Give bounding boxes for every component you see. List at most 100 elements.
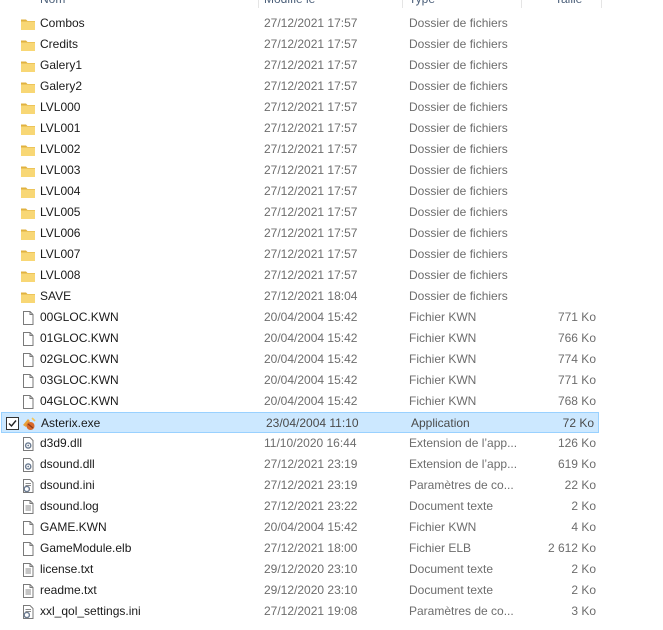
- file-row[interactable]: GameModule.elb 27/12/2021 18:00 Fichier EL…: [0, 538, 600, 559]
- row-checkbox[interactable]: [6, 417, 19, 430]
- folder-row[interactable]: SAVE 27/12/2021 18:04 Dossier de fichiers: [0, 286, 600, 307]
- column-separator[interactable]: [258, 0, 259, 8]
- file-size: 619 Ko: [557, 457, 596, 471]
- file-icon: [20, 352, 36, 368]
- file-type: Dossier de fichiers: [409, 226, 508, 240]
- file-row[interactable]: GAME.KWN 20/04/2004 15:42 Fichier KWN 4 Ko: [0, 517, 600, 538]
- folder-row[interactable]: LVL004 27/12/2021 17:57 Dossier de fichier…: [0, 181, 600, 202]
- file-size: 72 Ko: [562, 416, 594, 430]
- file-date: 27/12/2021 18:04: [264, 289, 358, 303]
- column-header-type[interactable]: Type: [409, 0, 435, 8]
- folder-icon: [20, 163, 36, 179]
- file-name: LVL008: [40, 268, 81, 282]
- file-type: Paramètres de co...: [409, 604, 514, 618]
- file-row[interactable]: license.txt 29/12/2020 23:10 Document text…: [0, 559, 600, 580]
- file-date: 27/12/2021 17:57: [264, 37, 358, 51]
- file-name: 01GLOC.KWN: [40, 331, 119, 345]
- file-row[interactable]: dsound.dll 27/12/2021 23:19 Extension de l…: [0, 454, 600, 475]
- file-row[interactable]: dsound.log 27/12/2021 23:22 Document texte…: [0, 496, 600, 517]
- column-header-date[interactable]: Modifié le: [264, 0, 315, 8]
- file-date: 20/04/2004 15:42: [264, 520, 358, 534]
- file-row[interactable]: xxl_qol_settings.ini 27/12/2021 19:08 Para…: [0, 601, 600, 622]
- ini-icon: [20, 604, 36, 620]
- file-type: Dossier de fichiers: [409, 289, 508, 303]
- file-type: Dossier de fichiers: [409, 184, 508, 198]
- file-row[interactable]: d3d9.dll 11/10/2020 16:44 Extension de l’a…: [0, 433, 600, 454]
- file-type: Dossier de fichiers: [409, 37, 508, 51]
- file-name: LVL000: [40, 100, 81, 114]
- file-size: 771 Ko: [557, 373, 596, 387]
- file-date: 29/12/2020 23:10: [264, 583, 358, 597]
- file-type: Dossier de fichiers: [409, 268, 508, 282]
- file-name: xxl_qol_settings.ini: [40, 604, 141, 618]
- dll-icon: [20, 457, 36, 473]
- folder-icon: [20, 16, 36, 32]
- folder-row[interactable]: LVL000 27/12/2021 17:57 Dossier de fichier…: [0, 97, 600, 118]
- folder-icon: [20, 37, 36, 53]
- file-row[interactable]: 00GLOC.KWN 20/04/2004 15:42 Fichier KWN 771…: [0, 307, 600, 328]
- column-separator[interactable]: [601, 0, 602, 8]
- folder-row[interactable]: Galery2 27/12/2021 17:57 Dossier de fichie…: [0, 76, 600, 97]
- file-type: Document texte: [409, 562, 494, 576]
- file-type: Fichier KWN: [409, 520, 477, 534]
- file-name: LVL007: [40, 247, 81, 261]
- column-separator[interactable]: [402, 0, 403, 8]
- file-date: 27/12/2021 17:57: [264, 58, 358, 72]
- file-row[interactable]: 04GLOC.KWN 20/04/2004 15:42 Fichier KWN 768…: [0, 391, 600, 412]
- ini-icon: [20, 478, 36, 494]
- file-name: d3d9.dll: [40, 436, 83, 450]
- column-header-size[interactable]: Taille: [555, 0, 582, 8]
- folder-icon: [20, 247, 36, 263]
- file-size: 126 Ko: [557, 436, 596, 450]
- folder-row[interactable]: LVL008 27/12/2021 17:57 Dossier de fichier…: [0, 265, 600, 286]
- folder-row[interactable]: LVL001 27/12/2021 17:57 Dossier de fichier…: [0, 118, 600, 139]
- file-date: 20/04/2004 15:42: [264, 331, 358, 345]
- file-type: Extension de l’app...: [409, 457, 518, 471]
- folder-row[interactable]: LVL007 27/12/2021 17:57 Dossier de fichier…: [0, 244, 600, 265]
- folder-icon: [20, 121, 36, 137]
- file-row[interactable]: 03GLOC.KWN 20/04/2004 15:42 Fichier KWN 771…: [0, 370, 600, 391]
- file-row[interactable]: Asterix.exe 23/04/2004 11:10 Application 72…: [1, 412, 599, 433]
- folder-icon: [20, 184, 36, 200]
- file-row[interactable]: dsound.ini 27/12/2021 23:19 Paramètres de …: [0, 475, 600, 496]
- folder-icon: [20, 268, 36, 284]
- file-date: 27/12/2021 23:22: [264, 499, 358, 513]
- file-icon: [20, 310, 36, 326]
- folder-row[interactable]: LVL006 27/12/2021 17:57 Dossier de fichier…: [0, 223, 600, 244]
- file-name: Galery2: [40, 79, 83, 93]
- folder-row[interactable]: Credits 27/12/2021 17:57 Dossier de fichie…: [0, 34, 600, 55]
- file-date: 20/04/2004 15:42: [264, 394, 358, 408]
- column-separator[interactable]: [521, 0, 522, 8]
- file-date: 20/04/2004 15:42: [264, 373, 358, 387]
- file-row[interactable]: readme.txt 29/12/2020 23:10 Document texte…: [0, 580, 600, 601]
- folder-icon: [20, 226, 36, 242]
- file-type: Fichier KWN: [409, 373, 477, 387]
- file-size: 3 Ko: [571, 604, 596, 618]
- dll-icon: [20, 436, 36, 452]
- file-size: 766 Ko: [557, 331, 596, 345]
- folder-row[interactable]: LVL005 27/12/2021 17:57 Dossier de fichier…: [0, 202, 600, 223]
- file-name: 02GLOC.KWN: [40, 352, 119, 366]
- file-date: 27/12/2021 17:57: [264, 163, 358, 177]
- column-header-name[interactable]: Nom: [40, 0, 65, 8]
- file-date: 11/10/2020 16:44: [264, 436, 357, 450]
- file-date: 23/04/2004 11:10: [266, 416, 359, 430]
- folder-row[interactable]: LVL003 27/12/2021 17:57 Dossier de fichier…: [0, 160, 600, 181]
- file-name: Credits: [40, 37, 79, 51]
- file-type: Document texte: [409, 499, 494, 513]
- folder-row[interactable]: Galery1 27/12/2021 17:57 Dossier de fichie…: [0, 55, 600, 76]
- file-name: 04GLOC.KWN: [40, 394, 119, 408]
- text-file-icon: [20, 562, 36, 578]
- file-size: 768 Ko: [557, 394, 596, 408]
- file-type: Dossier de fichiers: [409, 79, 508, 93]
- text-file-icon: [20, 583, 36, 599]
- file-row[interactable]: 01GLOC.KWN 20/04/2004 15:42 Fichier KWN 766…: [0, 328, 600, 349]
- folder-row[interactable]: Combos 27/12/2021 17:57 Dossier de fichier…: [0, 13, 600, 34]
- file-size: 4 Ko: [571, 520, 596, 534]
- column-header: Nom Modifié le Type Taille: [0, 0, 663, 8]
- file-date: 27/12/2021 17:57: [264, 184, 358, 198]
- file-row[interactable]: 02GLOC.KWN 20/04/2004 15:42 Fichier KWN 774…: [0, 349, 600, 370]
- file-date: 27/12/2021 17:57: [264, 205, 358, 219]
- folder-row[interactable]: LVL002 27/12/2021 17:57 Dossier de fichier…: [0, 139, 600, 160]
- file-name: dsound.dll: [40, 457, 95, 471]
